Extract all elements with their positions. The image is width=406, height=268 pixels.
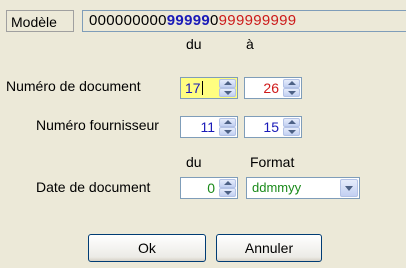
spin-up-icon[interactable]	[219, 179, 236, 188]
supplier-number-label: Numéro fournisseur	[36, 117, 159, 133]
model-segment-2: 99999	[166, 12, 210, 29]
supplier-number-to-spinner[interactable]: 15	[244, 116, 302, 138]
ok-button[interactable]: Ok	[88, 234, 206, 262]
model-pattern-field[interactable]: 000000000999990999999999	[82, 10, 406, 32]
document-date-input[interactable]: 0	[207, 178, 215, 198]
model-label: Modèle	[6, 10, 74, 32]
header-from-date: du	[186, 154, 202, 170]
supplier-number-from-input[interactable]: 11	[200, 117, 215, 137]
spin-down-icon[interactable]	[219, 127, 236, 136]
spin-up-icon[interactable]	[219, 118, 236, 127]
date-format-value: ddmmyy	[252, 180, 302, 195]
document-number-from-spinner[interactable]: 17	[180, 77, 238, 99]
spin-up-icon[interactable]	[283, 79, 300, 88]
model-segment-3: 0	[210, 12, 219, 29]
spin-down-icon[interactable]	[219, 88, 236, 97]
chevron-down-icon[interactable]	[340, 179, 358, 197]
supplier-number-to-input[interactable]: 15	[263, 117, 279, 137]
spin-down-icon[interactable]	[283, 88, 300, 97]
header-from: du	[186, 36, 202, 52]
spin-down-icon[interactable]	[219, 188, 236, 197]
cancel-button[interactable]: Annuler	[216, 234, 322, 262]
spin-down-icon[interactable]	[283, 127, 300, 136]
document-number-to-spinner[interactable]: 26	[244, 77, 302, 99]
document-date-spinner[interactable]: 0	[180, 177, 238, 199]
date-format-select[interactable]: ddmmyy	[246, 177, 360, 199]
supplier-number-from-spinner[interactable]: 11	[180, 116, 238, 138]
header-to: à	[246, 36, 254, 52]
model-segment-1: 000000000	[89, 12, 167, 29]
document-number-to-input[interactable]: 26	[263, 78, 279, 98]
spin-up-icon[interactable]	[283, 118, 300, 127]
header-format: Format	[250, 154, 295, 170]
model-segment-4: 999999999	[218, 12, 297, 29]
document-date-label: Date de document	[36, 179, 151, 195]
document-number-from-input[interactable]: 17	[185, 78, 203, 98]
document-number-label: Numéro de document	[6, 78, 141, 94]
spin-up-icon[interactable]	[219, 79, 236, 88]
